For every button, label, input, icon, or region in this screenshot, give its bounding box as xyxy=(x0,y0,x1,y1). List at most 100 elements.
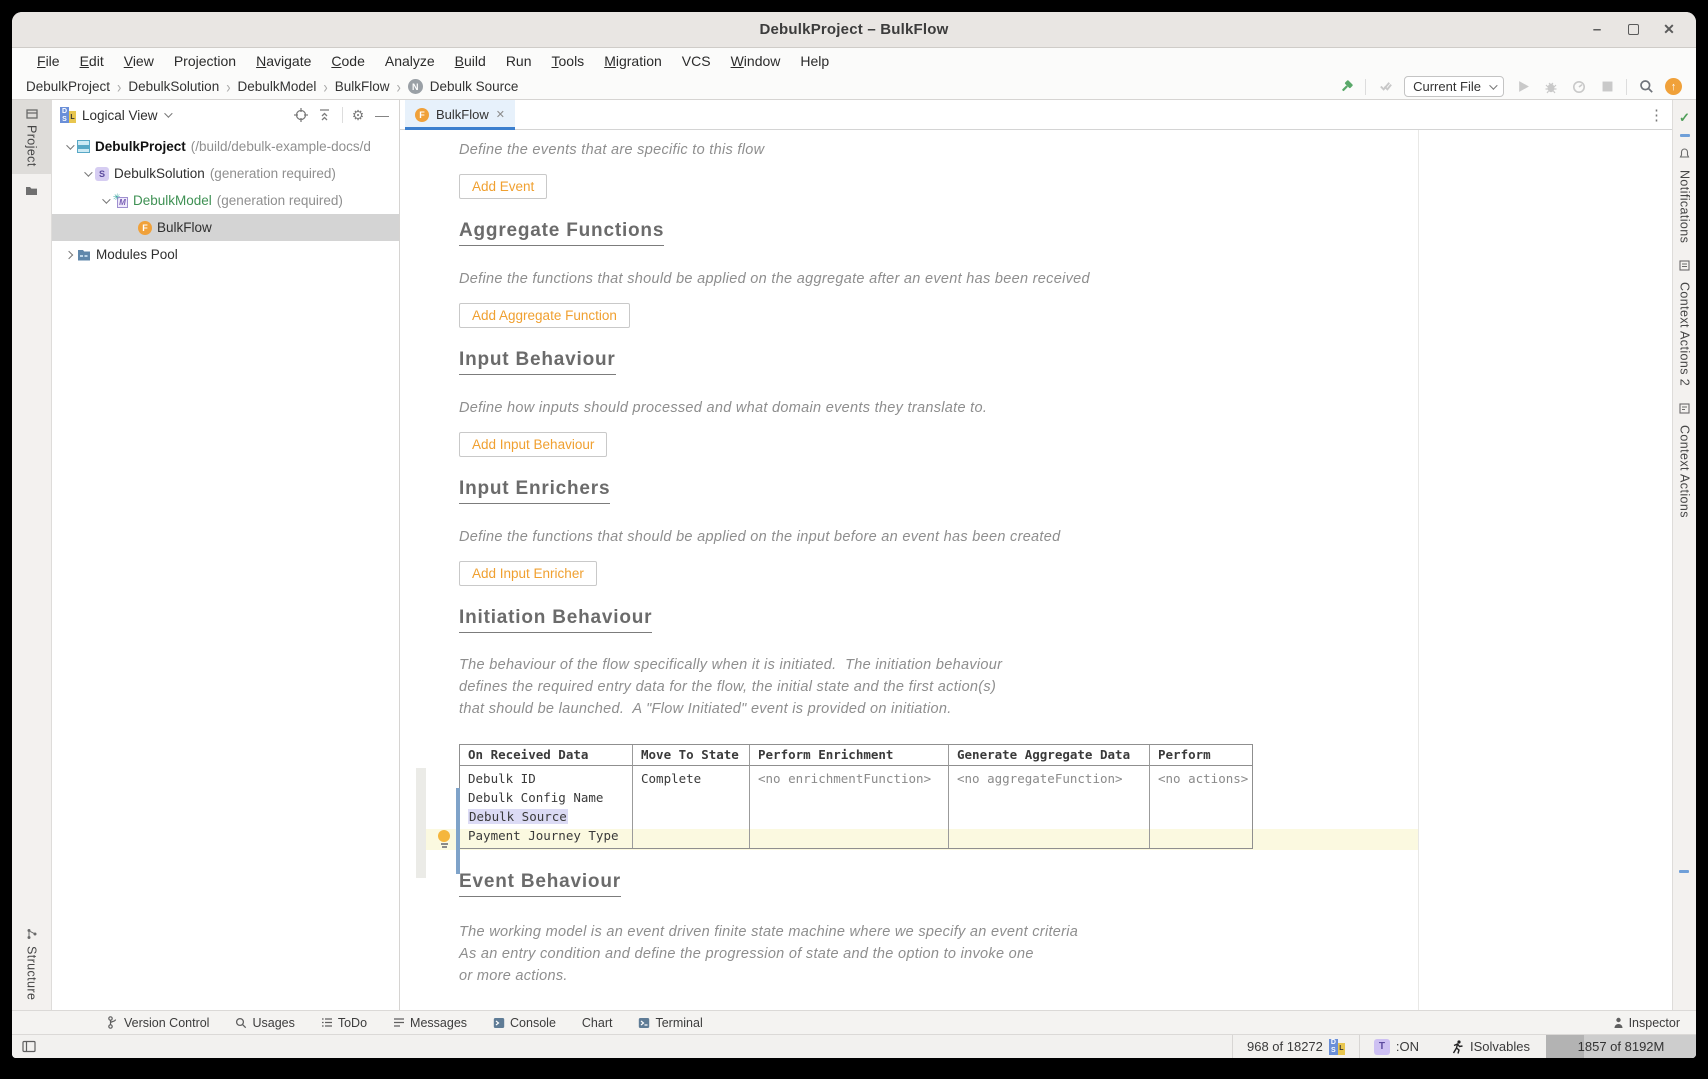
project-panel-header: DSL Logical View ⚙ — xyxy=(52,100,399,130)
toolwindow-chart[interactable]: Chart xyxy=(582,1016,613,1030)
add-input-enricher-button[interactable]: Add Input Enricher xyxy=(459,561,597,586)
breadcrumb-model[interactable]: DebulkModel xyxy=(238,79,317,94)
project-tool-icon xyxy=(25,107,38,120)
terminal-icon xyxy=(638,1017,650,1029)
solvables-widget[interactable]: ISolvables xyxy=(1447,1039,1534,1054)
breadcrumb-project[interactable]: DebulkProject xyxy=(26,79,110,94)
close-tab-icon[interactable]: ✕ xyxy=(496,108,505,121)
search-icon xyxy=(235,1017,247,1029)
build-hammer-icon[interactable] xyxy=(1337,78,1355,96)
branch-icon xyxy=(107,1016,119,1029)
run-configuration-select[interactable]: Current File xyxy=(1404,76,1504,97)
chevron-down-icon[interactable] xyxy=(102,195,110,203)
add-aggregate-function-button[interactable]: Add Aggregate Function xyxy=(459,303,630,328)
cell-perform-enrichment[interactable]: <no enrichmentFunction> xyxy=(750,766,949,848)
tab-bulkflow[interactable]: F BulkFlow ✕ xyxy=(405,100,515,130)
toolwindow-console[interactable]: Console xyxy=(493,1016,556,1030)
cell-move-to-state[interactable]: Complete xyxy=(633,766,750,848)
tree-row-solution[interactable]: S DebulkSolution (generation required) xyxy=(52,160,399,187)
tab-options-icon[interactable]: ⋮ xyxy=(1649,106,1664,124)
chevron-down-icon[interactable] xyxy=(84,168,92,176)
scrollbar-mark xyxy=(1680,134,1690,137)
table-header[interactable]: On Received Data xyxy=(460,745,633,766)
tree-row-model[interactable]: M✳ DebulkModel (generation required) xyxy=(52,187,399,214)
toolwindow-terminal[interactable]: Terminal xyxy=(638,1016,702,1030)
menu-build[interactable]: Build xyxy=(446,51,495,71)
chevron-down-icon[interactable] xyxy=(66,141,74,149)
folder-icon[interactable] xyxy=(25,184,38,197)
inspector-person-icon xyxy=(1613,1017,1624,1029)
tool-stripe-project[interactable]: Project xyxy=(12,100,51,174)
lightbulb-icon[interactable] xyxy=(438,830,451,848)
table-header[interactable]: Perform Enrichment xyxy=(750,745,949,766)
add-input-behaviour-button[interactable]: Add Input Behaviour xyxy=(459,432,607,457)
context-actions-stripe-label[interactable]: Context Actions xyxy=(1678,425,1692,518)
toolwindow-todo[interactable]: ToDo xyxy=(321,1016,367,1030)
notifications-stripe-label[interactable]: Notifications xyxy=(1678,170,1692,243)
toolwindow-inspector[interactable]: Inspector xyxy=(1613,1016,1680,1030)
menu-edit[interactable]: Edit xyxy=(71,51,113,71)
menu-code[interactable]: Code xyxy=(322,51,373,71)
close-icon[interactable]: ✕ xyxy=(1660,20,1678,38)
locate-icon[interactable] xyxy=(294,108,312,122)
breadcrumb-flow[interactable]: BulkFlow xyxy=(335,79,390,94)
breadcrumb-source[interactable]: Debulk Source xyxy=(430,79,519,94)
chevron-right-icon[interactable] xyxy=(65,250,73,258)
aggregate-functions-heading: Aggregate Functions xyxy=(459,220,1672,246)
logical-view-icon: DSL xyxy=(60,107,76,123)
table-header[interactable]: Generate Aggregate Data xyxy=(949,745,1150,766)
tree-row-modules-pool[interactable]: Modules Pool xyxy=(52,241,399,268)
search-everywhere-icon[interactable] xyxy=(1637,78,1655,96)
tree-row-project[interactable]: DebulkProject (/build/debulk-example-doc… xyxy=(52,133,399,160)
update-icon[interactable]: ↑ xyxy=(1665,78,1682,95)
menu-view[interactable]: View xyxy=(115,51,163,71)
cell-perform[interactable]: <no actions> xyxy=(1150,766,1252,848)
context-actions-2-stripe-label[interactable]: Context Actions 2 xyxy=(1678,282,1692,386)
toolwindow-usages[interactable]: Usages xyxy=(235,1016,294,1030)
table-header[interactable]: Perform xyxy=(1150,745,1252,766)
menu-tools[interactable]: Tools xyxy=(543,51,594,71)
hide-panel-icon[interactable]: — xyxy=(373,107,391,123)
input-enrichers-heading: Input Enrichers xyxy=(459,478,1672,504)
notifications-icon xyxy=(1678,147,1691,160)
toggle-widget[interactable]: T :ON xyxy=(1370,1039,1423,1055)
breadcrumb-separator: › xyxy=(117,77,121,97)
toolwindow-version-control[interactable]: Version Control xyxy=(107,1016,209,1030)
menu-run[interactable]: Run xyxy=(497,51,541,71)
minimize-icon[interactable]: – xyxy=(1588,20,1606,38)
tree-row-bulkflow[interactable]: F BulkFlow xyxy=(52,214,399,241)
messages-icon xyxy=(393,1017,405,1028)
view-selector[interactable]: Logical View xyxy=(82,108,158,123)
add-event-button[interactable]: Add Event xyxy=(459,174,547,199)
project-panel: DSL Logical View ⚙ — Debulk xyxy=(52,100,400,1010)
caret-position-widget[interactable]: 968 of 18272 DSL xyxy=(1243,1039,1349,1055)
menu-projection[interactable]: Projection xyxy=(165,51,245,71)
tool-stripe-structure[interactable]: Structure xyxy=(21,921,43,1010)
breadcrumb-separator: › xyxy=(396,77,400,97)
menu-vcs[interactable]: VCS xyxy=(673,51,720,71)
menu-navigate[interactable]: Navigate xyxy=(247,51,320,71)
menu-bar: File Edit View Projection Navigate Code … xyxy=(12,48,1696,74)
toolwindow-messages[interactable]: Messages xyxy=(393,1016,467,1030)
selected-token[interactable]: Debulk Source xyxy=(468,809,568,824)
table-header[interactable]: Move To State xyxy=(633,745,750,766)
cell-generate-aggregate[interactable]: <no aggregateFunction> xyxy=(949,766,1150,848)
memory-indicator[interactable]: 1857 of 8192M xyxy=(1546,1035,1696,1059)
model-node-icon: M✳ xyxy=(113,194,128,208)
cell-on-received-data[interactable]: Debulk ID Debulk Config Name Debulk Sour… xyxy=(460,766,633,848)
menu-migration[interactable]: Migration xyxy=(595,51,671,71)
maximize-icon[interactable] xyxy=(1624,20,1642,38)
breadcrumb-solution[interactable]: DebulkSolution xyxy=(128,79,219,94)
inspections-ok-icon[interactable]: ✓ xyxy=(1679,110,1690,126)
menu-help[interactable]: Help xyxy=(791,51,838,71)
right-margin-guide xyxy=(1418,130,1419,1010)
layout-toggle-icon[interactable] xyxy=(22,1040,36,1053)
project-node-icon xyxy=(77,140,90,153)
menu-analyze[interactable]: Analyze xyxy=(376,51,444,71)
menu-window[interactable]: Window xyxy=(722,51,790,71)
menu-file[interactable]: File xyxy=(28,51,69,71)
gear-icon[interactable]: ⚙ xyxy=(349,107,367,124)
collapse-all-icon[interactable] xyxy=(318,109,336,122)
vcs-change-marker xyxy=(456,788,460,874)
structure-stripe-label: Structure xyxy=(25,946,39,1000)
